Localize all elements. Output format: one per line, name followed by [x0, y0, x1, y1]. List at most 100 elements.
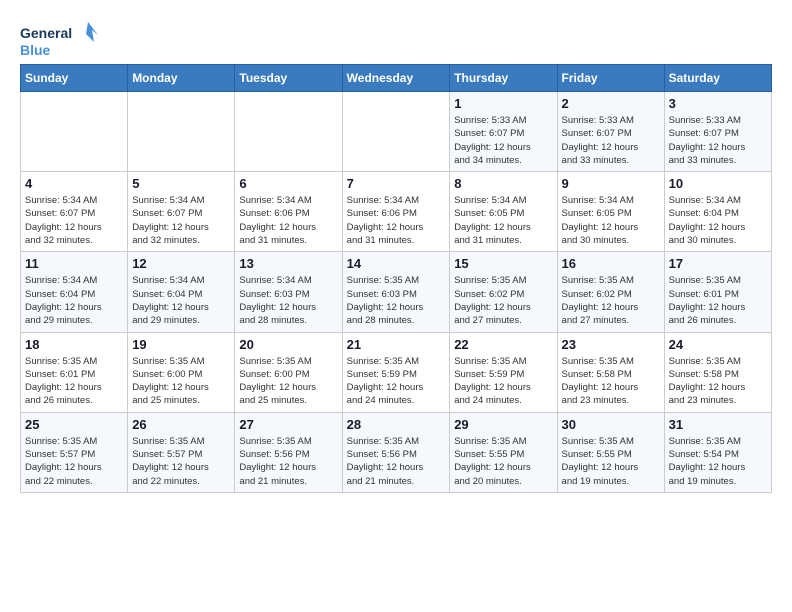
svg-text:General: General — [20, 25, 72, 41]
day-info: Sunrise: 5:35 AM Sunset: 5:58 PM Dayligh… — [562, 355, 660, 408]
weekday-header-tuesday: Tuesday — [235, 65, 342, 92]
calendar-cell — [128, 92, 235, 172]
calendar-cell: 14 Sunrise: 5:35 AM Sunset: 6:03 PM Dayli… — [342, 252, 450, 332]
day-number: 5 — [132, 176, 230, 191]
day-number: 6 — [239, 176, 337, 191]
calendar-cell: 11Sunrise: 5:34 AM Sunset: 6:04 PM Dayli… — [21, 252, 128, 332]
weekday-header-wednesday: Wednesday — [342, 65, 450, 92]
day-info: Sunrise: 5:33 AM Sunset: 6:07 PM Dayligh… — [454, 114, 552, 167]
calendar-cell: 26 Sunrise: 5:35 AM Sunset: 5:57 PM Dayli… — [128, 412, 235, 492]
calendar-week-2: 4Sunrise: 5:34 AM Sunset: 6:07 PM Daylig… — [21, 172, 772, 252]
weekday-header-thursday: Thursday — [450, 65, 557, 92]
day-info: Sunrise: 5:35 AM Sunset: 5:54 PM Dayligh… — [669, 435, 767, 488]
day-number: 29 — [454, 417, 552, 432]
day-number: 3 — [669, 96, 767, 111]
day-info: Sunrise: 5:34 AM Sunset: 6:03 PM Dayligh… — [239, 274, 337, 327]
calendar-cell: 10 Sunrise: 5:34 AM Sunset: 6:04 PM Dayli… — [664, 172, 771, 252]
calendar-week-4: 18 Sunrise: 5:35 AM Sunset: 6:01 PM Dayli… — [21, 332, 772, 412]
day-info: Sunrise: 5:33 AM Sunset: 6:07 PM Dayligh… — [669, 114, 767, 167]
calendar-cell: 4Sunrise: 5:34 AM Sunset: 6:07 PM Daylig… — [21, 172, 128, 252]
day-number: 17 — [669, 256, 767, 271]
day-number: 1 — [454, 96, 552, 111]
day-info: Sunrise: 5:34 AM Sunset: 6:05 PM Dayligh… — [454, 194, 552, 247]
calendar-cell: 12Sunrise: 5:34 AM Sunset: 6:04 PM Dayli… — [128, 252, 235, 332]
day-number: 27 — [239, 417, 337, 432]
calendar-cell: 18 Sunrise: 5:35 AM Sunset: 6:01 PM Dayli… — [21, 332, 128, 412]
calendar-week-3: 11Sunrise: 5:34 AM Sunset: 6:04 PM Dayli… — [21, 252, 772, 332]
calendar-cell: 24 Sunrise: 5:35 AM Sunset: 5:58 PM Dayli… — [664, 332, 771, 412]
calendar-cell: 29 Sunrise: 5:35 AM Sunset: 5:55 PM Dayli… — [450, 412, 557, 492]
calendar-cell: 27 Sunrise: 5:35 AM Sunset: 5:56 PM Dayli… — [235, 412, 342, 492]
calendar-cell: 23 Sunrise: 5:35 AM Sunset: 5:58 PM Dayli… — [557, 332, 664, 412]
day-info: Sunrise: 5:35 AM Sunset: 6:00 PM Dayligh… — [132, 355, 230, 408]
day-number: 9 — [562, 176, 660, 191]
page-header: GeneralBlue — [20, 20, 772, 60]
day-number: 20 — [239, 337, 337, 352]
calendar-cell — [21, 92, 128, 172]
calendar-week-5: 25 Sunrise: 5:35 AM Sunset: 5:57 PM Dayli… — [21, 412, 772, 492]
calendar-cell: 17 Sunrise: 5:35 AM Sunset: 6:01 PM Dayli… — [664, 252, 771, 332]
day-info: Sunrise: 5:35 AM Sunset: 6:01 PM Dayligh… — [669, 274, 767, 327]
day-info: Sunrise: 5:35 AM Sunset: 5:56 PM Dayligh… — [239, 435, 337, 488]
calendar-cell: 13Sunrise: 5:34 AM Sunset: 6:03 PM Dayli… — [235, 252, 342, 332]
day-info: Sunrise: 5:34 AM Sunset: 6:04 PM Dayligh… — [25, 274, 123, 327]
calendar-cell: 22Sunrise: 5:35 AM Sunset: 5:59 PM Dayli… — [450, 332, 557, 412]
day-info: Sunrise: 5:35 AM Sunset: 6:01 PM Dayligh… — [25, 355, 123, 408]
day-number: 19 — [132, 337, 230, 352]
calendar-cell — [342, 92, 450, 172]
calendar-cell: 15 Sunrise: 5:35 AM Sunset: 6:02 PM Dayli… — [450, 252, 557, 332]
day-number: 30 — [562, 417, 660, 432]
calendar-week-1: 1 Sunrise: 5:33 AM Sunset: 6:07 PM Daylig… — [21, 92, 772, 172]
calendar-cell: 16 Sunrise: 5:35 AM Sunset: 6:02 PM Dayli… — [557, 252, 664, 332]
day-number: 15 — [454, 256, 552, 271]
day-info: Sunrise: 5:34 AM Sunset: 6:06 PM Dayligh… — [347, 194, 446, 247]
day-number: 18 — [25, 337, 123, 352]
day-number: 4 — [25, 176, 123, 191]
day-info: Sunrise: 5:35 AM Sunset: 6:00 PM Dayligh… — [239, 355, 337, 408]
weekday-header-saturday: Saturday — [664, 65, 771, 92]
calendar-cell: 5Sunrise: 5:34 AM Sunset: 6:07 PM Daylig… — [128, 172, 235, 252]
day-number: 7 — [347, 176, 446, 191]
calendar-cell: 2 Sunrise: 5:33 AM Sunset: 6:07 PM Daylig… — [557, 92, 664, 172]
day-number: 10 — [669, 176, 767, 191]
calendar-cell: 7 Sunrise: 5:34 AM Sunset: 6:06 PM Daylig… — [342, 172, 450, 252]
day-info: Sunrise: 5:35 AM Sunset: 5:56 PM Dayligh… — [347, 435, 446, 488]
day-info: Sunrise: 5:35 AM Sunset: 5:58 PM Dayligh… — [669, 355, 767, 408]
day-number: 14 — [347, 256, 446, 271]
day-info: Sunrise: 5:34 AM Sunset: 6:05 PM Dayligh… — [562, 194, 660, 247]
logo-icon: GeneralBlue — [20, 20, 100, 60]
day-info: Sunrise: 5:34 AM Sunset: 6:04 PM Dayligh… — [669, 194, 767, 247]
calendar-table: SundayMondayTuesdayWednesdayThursdayFrid… — [20, 64, 772, 493]
day-info: Sunrise: 5:35 AM Sunset: 5:57 PM Dayligh… — [132, 435, 230, 488]
day-number: 16 — [562, 256, 660, 271]
day-info: Sunrise: 5:35 AM Sunset: 5:59 PM Dayligh… — [347, 355, 446, 408]
day-number: 26 — [132, 417, 230, 432]
logo: GeneralBlue — [20, 20, 100, 60]
calendar-cell: 20 Sunrise: 5:35 AM Sunset: 6:00 PM Dayli… — [235, 332, 342, 412]
weekday-header-row: SundayMondayTuesdayWednesdayThursdayFrid… — [21, 65, 772, 92]
day-info: Sunrise: 5:35 AM Sunset: 5:57 PM Dayligh… — [25, 435, 123, 488]
day-info: Sunrise: 5:33 AM Sunset: 6:07 PM Dayligh… — [562, 114, 660, 167]
calendar-cell — [235, 92, 342, 172]
calendar-cell: 8 Sunrise: 5:34 AM Sunset: 6:05 PM Daylig… — [450, 172, 557, 252]
day-number: 21 — [347, 337, 446, 352]
day-info: Sunrise: 5:35 AM Sunset: 6:03 PM Dayligh… — [347, 274, 446, 327]
calendar-cell: 31Sunrise: 5:35 AM Sunset: 5:54 PM Dayli… — [664, 412, 771, 492]
day-info: Sunrise: 5:35 AM Sunset: 5:59 PM Dayligh… — [454, 355, 552, 408]
day-number: 12 — [132, 256, 230, 271]
day-info: Sunrise: 5:35 AM Sunset: 6:02 PM Dayligh… — [454, 274, 552, 327]
weekday-header-sunday: Sunday — [21, 65, 128, 92]
calendar-cell: 30 Sunrise: 5:35 AM Sunset: 5:55 PM Dayli… — [557, 412, 664, 492]
calendar-cell: 25 Sunrise: 5:35 AM Sunset: 5:57 PM Dayli… — [21, 412, 128, 492]
day-info: Sunrise: 5:35 AM Sunset: 6:02 PM Dayligh… — [562, 274, 660, 327]
day-number: 8 — [454, 176, 552, 191]
day-info: Sunrise: 5:34 AM Sunset: 6:06 PM Dayligh… — [239, 194, 337, 247]
day-number: 2 — [562, 96, 660, 111]
day-number: 23 — [562, 337, 660, 352]
svg-text:Blue: Blue — [20, 42, 51, 58]
day-number: 25 — [25, 417, 123, 432]
calendar-cell: 19 Sunrise: 5:35 AM Sunset: 6:00 PM Dayli… — [128, 332, 235, 412]
day-info: Sunrise: 5:35 AM Sunset: 5:55 PM Dayligh… — [562, 435, 660, 488]
day-info: Sunrise: 5:35 AM Sunset: 5:55 PM Dayligh… — [454, 435, 552, 488]
day-number: 24 — [669, 337, 767, 352]
